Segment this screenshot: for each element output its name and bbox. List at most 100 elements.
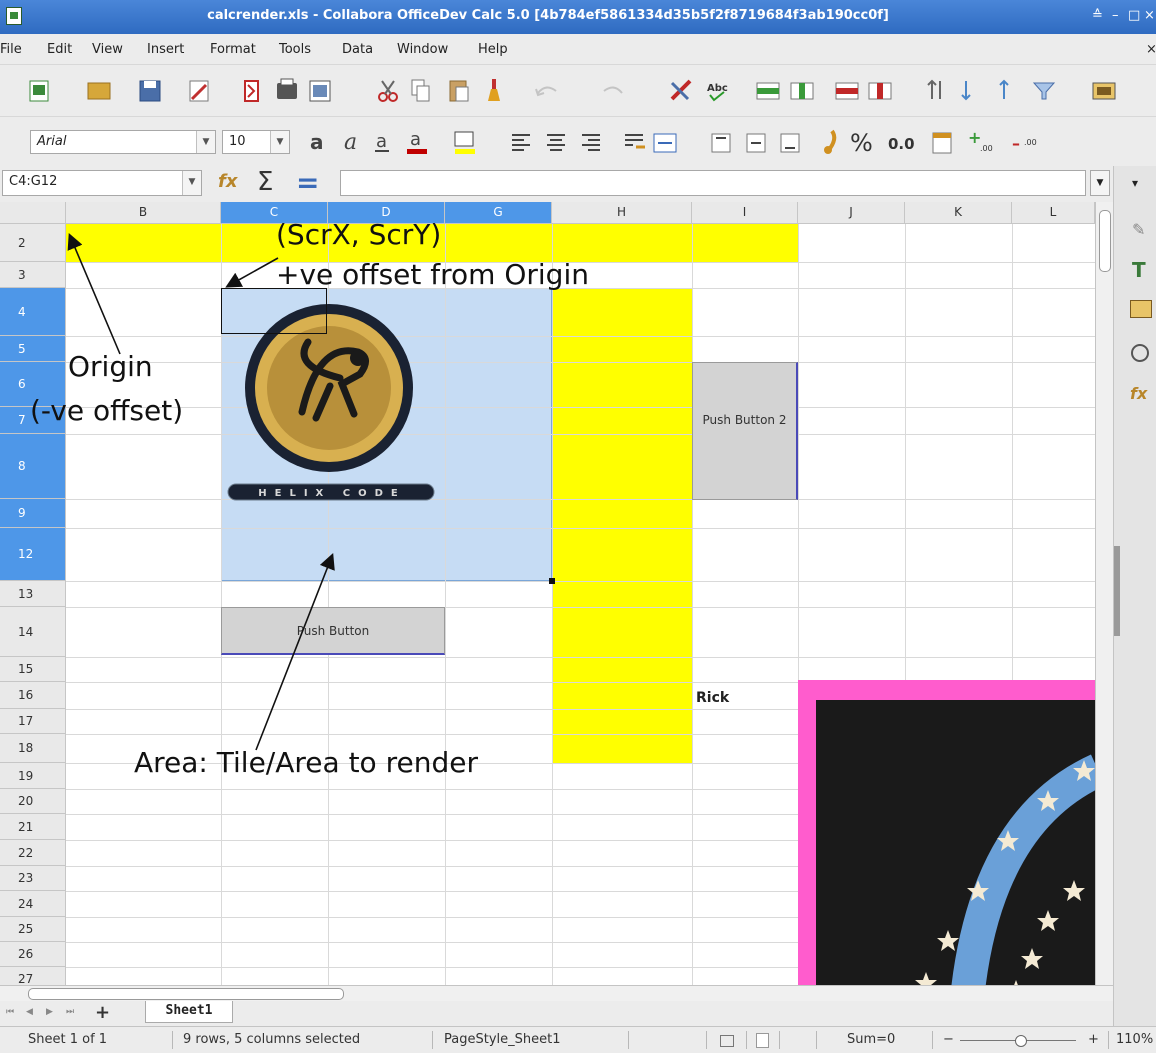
spelling-icon[interactable]: Abc	[707, 83, 728, 102]
add-sheet-button[interactable]: +	[95, 1002, 110, 1023]
open-folder-icon[interactable]	[87, 82, 111, 100]
align-right-icon[interactable]	[582, 134, 600, 151]
clone-formatting-icon[interactable]	[488, 79, 500, 101]
column-header-h[interactable]: H	[552, 202, 692, 224]
status-page-style[interactable]: PageStyle_Sheet1	[444, 1032, 560, 1047]
cut-icon[interactable]	[378, 80, 398, 102]
print-icon[interactable]	[277, 78, 297, 99]
previous-sheet-icon[interactable]: ◀	[26, 1007, 33, 1017]
clear-formatting-icon[interactable]	[670, 79, 692, 101]
align-vcenter-icon[interactable]	[746, 133, 766, 153]
underline-icon[interactable]: a	[375, 131, 389, 152]
horizontal-scrollbar[interactable]	[0, 985, 1113, 1002]
currency-format-icon[interactable]	[824, 129, 837, 154]
row-header[interactable]: 4	[0, 288, 66, 336]
row-header[interactable]: 26	[0, 942, 66, 967]
row-header[interactable]: 12	[0, 528, 66, 581]
align-top-icon[interactable]	[711, 133, 731, 153]
row-header[interactable]: 21	[0, 814, 66, 840]
styles-icon[interactable]: T	[1132, 258, 1146, 282]
menu-file[interactable]: File	[0, 42, 22, 57]
scrollbar-thumb[interactable]	[1099, 210, 1111, 272]
row-header[interactable]: 24	[0, 891, 66, 917]
properties-icon[interactable]: ✎	[1132, 220, 1145, 239]
stars-image[interactable]	[798, 680, 1095, 985]
formula-icon[interactable]: =	[296, 166, 319, 199]
function-wizard-icon[interactable]: fx	[218, 171, 237, 192]
spreadsheet-grid[interactable]: B C D G H I J K L 2 3 4 5 6 7 8 9 12 13 …	[0, 202, 1095, 985]
row-header[interactable]: 8	[0, 434, 66, 499]
save-icon[interactable]	[139, 80, 161, 102]
navigator-icon[interactable]	[1131, 344, 1149, 362]
redo-icon[interactable]	[603, 86, 623, 94]
delete-row-icon[interactable]	[835, 82, 859, 100]
row-header[interactable]: 13	[0, 581, 66, 607]
row-header[interactable]: 17	[0, 709, 66, 734]
align-center-icon[interactable]	[547, 134, 565, 151]
sort-icon[interactable]	[927, 79, 941, 99]
zoom-slider-knob[interactable]	[1015, 1035, 1027, 1047]
push-button-2[interactable]: Push Button 2	[692, 362, 798, 500]
insert-image-icon[interactable]	[1092, 82, 1116, 100]
bold-icon[interactable]: a	[310, 130, 324, 154]
row-header[interactable]: 23	[0, 866, 66, 891]
chevron-down-icon[interactable]: ▼	[182, 171, 201, 195]
row-header[interactable]: 16	[0, 682, 66, 709]
delete-column-icon[interactable]	[868, 82, 892, 100]
add-decimal-icon[interactable]: +.00	[968, 128, 993, 153]
vertical-scrollbar[interactable]	[1095, 202, 1114, 985]
shade-window-button[interactable]: ≙	[1092, 8, 1103, 23]
row-header[interactable]: 20	[0, 789, 66, 814]
push-button[interactable]: Push Button	[221, 607, 445, 655]
align-bottom-icon[interactable]	[780, 133, 800, 153]
export-pdf-icon[interactable]	[244, 80, 259, 102]
row-header[interactable]: 5	[0, 336, 66, 362]
maximize-button[interactable]: □	[1128, 8, 1140, 23]
selection-handle[interactable]	[549, 578, 555, 584]
column-header-i[interactable]: I	[692, 202, 798, 224]
row-header[interactable]: 9	[0, 499, 66, 528]
menu-window[interactable]: Window	[397, 42, 448, 57]
copy-icon[interactable]	[411, 79, 430, 102]
minimize-button[interactable]: –	[1112, 8, 1119, 23]
sheet-tab-sheet1[interactable]: Sheet1	[145, 1001, 233, 1023]
delete-decimal-icon[interactable]: – .00	[1012, 134, 1037, 153]
formula-input[interactable]	[340, 170, 1086, 196]
column-header-k[interactable]: K	[905, 202, 1012, 224]
percent-format-icon[interactable]: %	[850, 129, 873, 157]
new-document-icon[interactable]	[29, 80, 49, 102]
menu-data[interactable]: Data	[342, 42, 373, 57]
menu-edit[interactable]: Edit	[47, 42, 72, 57]
functions-icon[interactable]: fx	[1130, 384, 1147, 403]
row-header[interactable]: 2	[0, 224, 66, 262]
merge-cells-icon[interactable]	[653, 133, 677, 153]
name-box[interactable]: C4:G12 ▼	[2, 170, 202, 196]
row-header[interactable]: 3	[0, 262, 66, 288]
autofilter-icon[interactable]	[1032, 82, 1056, 100]
insert-column-icon[interactable]	[790, 82, 814, 100]
wrap-text-icon[interactable]	[625, 134, 645, 149]
number-format-icon[interactable]: 0.0	[888, 135, 915, 153]
menu-insert[interactable]: Insert	[147, 42, 184, 57]
italic-icon[interactable]: a	[344, 130, 357, 155]
next-sheet-icon[interactable]: ▶	[46, 1007, 53, 1017]
cell-i16[interactable]: Rick	[696, 690, 729, 706]
row-header[interactable]: 22	[0, 840, 66, 866]
select-all-corner[interactable]	[0, 202, 66, 224]
close-window-button[interactable]: ×	[1144, 8, 1155, 23]
paste-icon[interactable]	[449, 80, 469, 102]
close-document-button[interactable]: ×	[1146, 42, 1156, 57]
last-sheet-icon[interactable]: ⏭	[66, 1007, 74, 1017]
row-header[interactable]: 19	[0, 763, 66, 789]
highlight-color-icon[interactable]	[454, 131, 475, 154]
row-header[interactable]: 27	[0, 967, 66, 985]
zoom-in-button[interactable]: +	[1088, 1032, 1099, 1047]
sort-ascending-icon[interactable]	[961, 81, 971, 101]
column-header-b[interactable]: B	[66, 202, 221, 224]
row-header[interactable]: 15	[0, 657, 66, 682]
date-format-icon[interactable]	[932, 132, 952, 154]
menu-format[interactable]: Format	[210, 42, 256, 57]
row-header[interactable]: 18	[0, 734, 66, 763]
row-header[interactable]: 14	[0, 607, 66, 657]
expand-formula-icon[interactable]: ▼	[1090, 170, 1110, 196]
